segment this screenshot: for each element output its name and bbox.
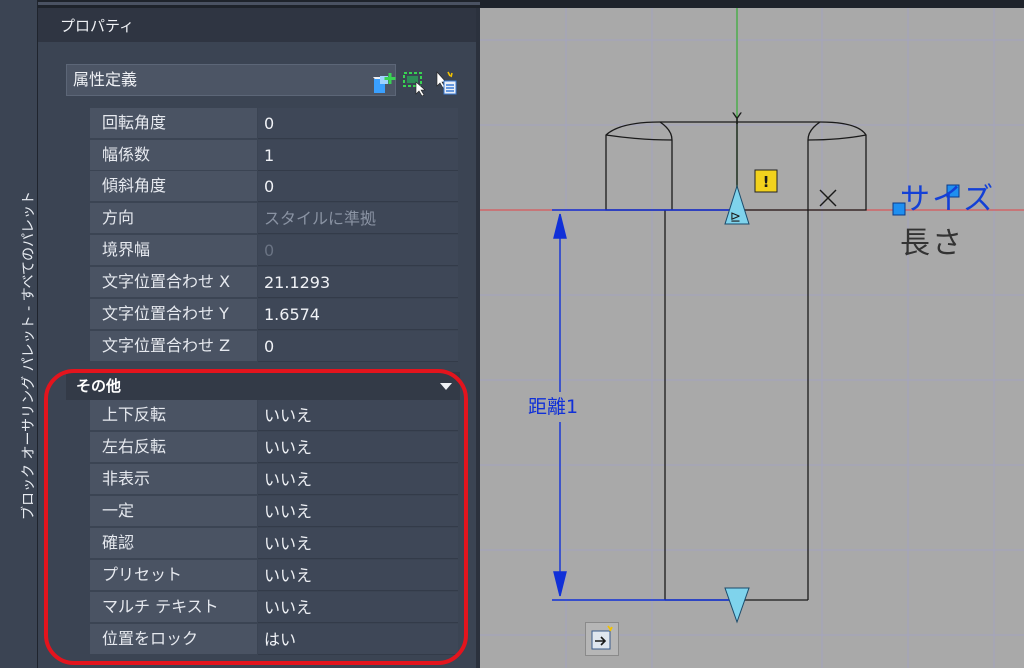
- grip-triangle-bottom[interactable]: [724, 587, 750, 624]
- toggle-pickadd-icon[interactable]: [432, 70, 458, 96]
- prop-label: 境界幅: [90, 235, 257, 266]
- prop-label: 傾斜角度: [90, 171, 257, 202]
- prop-row-lock-position[interactable]: 位置をロック はい: [90, 624, 460, 655]
- prop-label: 上下反転: [90, 400, 257, 431]
- size-parameter-label: サイズ: [900, 182, 996, 217]
- prop-value[interactable]: 21.1293: [258, 267, 458, 298]
- palette-strip-title: ブロック オーサリング パレット - すべてのパレット: [21, 190, 37, 520]
- prop-label: 回転角度: [90, 108, 257, 139]
- prop-label: 確認: [90, 528, 257, 559]
- prop-row-backward[interactable]: 左右反転 いいえ: [90, 432, 460, 463]
- prop-row-text-align-z[interactable]: 文字位置合わせ Z 0: [90, 331, 460, 362]
- prop-value[interactable]: いいえ: [258, 528, 458, 559]
- prop-row-boundary-width[interactable]: 境界幅 0: [90, 235, 460, 266]
- drawing-svg: ⊵ Y !: [480, 8, 1024, 668]
- prop-value[interactable]: 1.6574: [258, 299, 458, 330]
- property-gutter: [66, 104, 90, 372]
- prop-row-multiline-text[interactable]: マルチ テキスト いいえ: [90, 592, 460, 623]
- chevron-down-icon[interactable]: [440, 383, 452, 390]
- prop-label: マルチ テキスト: [90, 592, 257, 623]
- prop-label: 文字位置合わせ Z: [90, 331, 257, 362]
- object-type-dropdown[interactable]: 属性定義: [66, 64, 396, 96]
- edit-block-icon: [591, 625, 613, 650]
- prop-row-verify[interactable]: 確認 いいえ: [90, 528, 460, 559]
- length-attribute-label: 長さ: [900, 226, 964, 261]
- prop-row-direction[interactable]: 方向 スタイルに準拠: [90, 203, 460, 234]
- prop-label: 文字位置合わせ Y: [90, 299, 257, 330]
- select-objects-icon[interactable]: [402, 70, 428, 96]
- prop-label: 非表示: [90, 464, 257, 495]
- prop-label: 左右反転: [90, 432, 257, 463]
- prop-value[interactable]: いいえ: [258, 432, 458, 463]
- prop-value[interactable]: スタイルに準拠: [258, 203, 458, 234]
- prop-label: 一定: [90, 496, 257, 527]
- distance-parameter-label: 距離1: [528, 396, 579, 418]
- prop-row-upside-down[interactable]: 上下反転 いいえ: [90, 400, 460, 431]
- block-insert-marker: ⊵: [730, 210, 741, 225]
- prop-value[interactable]: いいえ: [258, 560, 458, 591]
- bolt-shank: [664, 210, 809, 601]
- prop-row-oblique-angle[interactable]: 傾斜角度 0: [90, 171, 460, 202]
- drawing-canvas[interactable]: ⊵ Y !: [480, 8, 1024, 668]
- prop-value[interactable]: 1: [258, 140, 458, 171]
- prop-row-text-align-x[interactable]: 文字位置合わせ X 21.1293: [90, 267, 460, 298]
- prop-value[interactable]: 0: [258, 331, 458, 362]
- properties-panel: プロパティ 属性定義 回転角度 0 幅係数 1 傾斜角度 0 方向 スタイルに準…: [38, 8, 476, 668]
- prop-value[interactable]: 0: [258, 171, 458, 202]
- quick-select-icon[interactable]: [372, 70, 398, 96]
- prop-value[interactable]: 0: [258, 235, 458, 266]
- prop-value[interactable]: いいえ: [258, 400, 458, 431]
- prop-label: 位置をロック: [90, 624, 257, 655]
- prop-label: 文字位置合わせ X: [90, 267, 257, 298]
- block-authoring-palette-strip[interactable]: ブロック オーサリング パレット - すべてのパレット: [0, 0, 38, 668]
- prop-value[interactable]: はい: [258, 624, 458, 655]
- prop-value[interactable]: いいえ: [258, 496, 458, 527]
- prop-row-invisible[interactable]: 非表示 いいえ: [90, 464, 460, 495]
- prop-row-text-align-y[interactable]: 文字位置合わせ Y 1.6574: [90, 299, 460, 330]
- prop-value[interactable]: いいえ: [258, 464, 458, 495]
- panel-title: プロパティ: [38, 8, 476, 42]
- property-gutter: [66, 400, 90, 668]
- prop-row-rotation[interactable]: 回転角度 0: [90, 108, 460, 139]
- prop-value[interactable]: 0: [258, 108, 458, 139]
- prop-row-width-factor[interactable]: 幅係数 1: [90, 140, 460, 171]
- block-editor-tool-icon[interactable]: [585, 622, 619, 656]
- category-header-misc[interactable]: その他: [66, 372, 460, 400]
- warning-mark: !: [763, 173, 770, 191]
- title-bar: [0, 0, 1024, 8]
- scrollbar[interactable]: [463, 104, 473, 664]
- prop-row-preset[interactable]: プリセット いいえ: [90, 560, 460, 591]
- dropdown-value: 属性定義: [73, 70, 138, 89]
- category-title: その他: [76, 377, 122, 395]
- prop-label: プリセット: [90, 560, 257, 591]
- y-axis-label: Y: [731, 109, 742, 128]
- grid: [480, 8, 1024, 668]
- prop-label: 幅係数: [90, 140, 257, 171]
- prop-row-constant[interactable]: 一定 いいえ: [90, 496, 460, 527]
- prop-value[interactable]: いいえ: [258, 592, 458, 623]
- prop-label: 方向: [90, 203, 257, 234]
